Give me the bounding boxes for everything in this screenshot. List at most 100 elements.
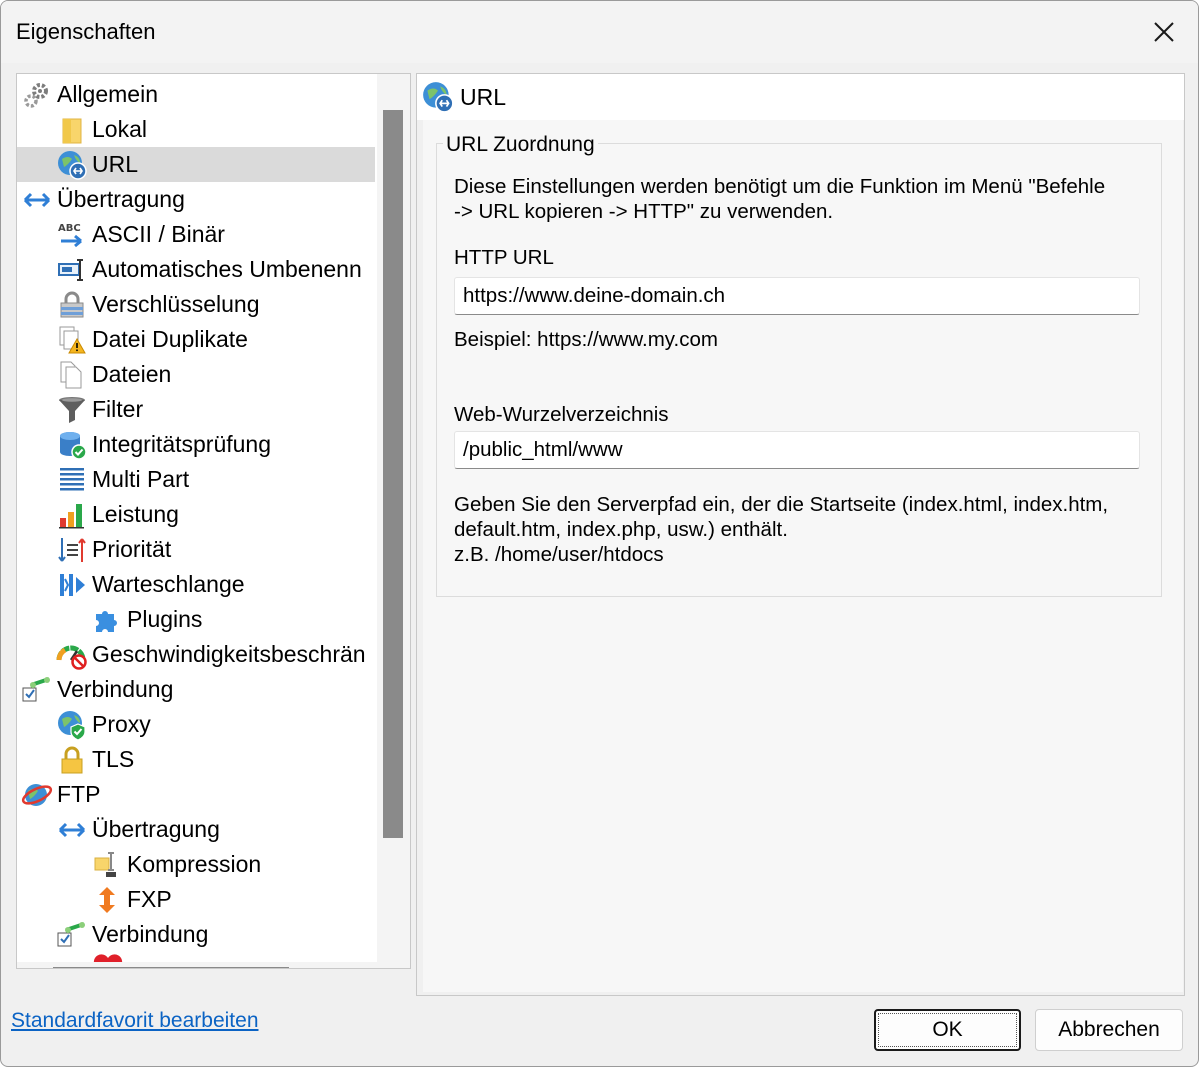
settings-tree[interactable]: Allgemein Lokal URL Übertragung ABC ASCI…: [16, 73, 411, 969]
tree-item-leistung[interactable]: Leistung: [56, 497, 179, 532]
tree-item-label: Verbindung: [92, 921, 209, 947]
transfer-arrows-icon: [21, 184, 53, 216]
tree-item-label: Geschwindigkeitsbeschrän: [92, 641, 366, 667]
tree-item-label: Datei Duplikate: [92, 326, 248, 352]
tree-item-ascii-binaer[interactable]: ABC ASCII / Binär: [56, 217, 225, 252]
duplicate-warning-icon: [56, 324, 88, 356]
fxp-arrows-icon: [91, 884, 123, 916]
tree-item-dateien[interactable]: Dateien: [56, 357, 171, 392]
svg-text:ABC: ABC: [58, 223, 81, 234]
priority-arrows-icon: [56, 534, 88, 566]
tree-item-prioritaet[interactable]: Priorität: [56, 532, 171, 567]
encryption-lock-icon: [56, 289, 88, 321]
title-bar: Eigenschaften: [1, 1, 1198, 63]
tree-item-allgemein[interactable]: Allgemein: [21, 77, 158, 112]
tree-item-label: Kompression: [127, 851, 262, 877]
tree-item-label: Lokal: [92, 116, 147, 142]
window-title: Eigenschaften: [16, 19, 156, 44]
tree-vertical-scrollbar-thumb[interactable]: [383, 110, 403, 838]
tree-item-label: TLS: [92, 746, 135, 772]
hint-line-1: Geben Sie den Serverpfad ein, der die St…: [454, 493, 1109, 516]
tree-item-automatisches-umbenennen[interactable]: Automatisches Umbenenn: [56, 252, 362, 287]
filter-funnel-icon: [56, 394, 88, 426]
tree-item-ftp-uebertragung[interactable]: Übertragung: [56, 812, 220, 847]
tree-item-label: Warteschlange: [92, 571, 245, 597]
tree-item-label: Verschlüsselung: [92, 291, 260, 317]
tree-item-url[interactable]: URL: [17, 147, 375, 182]
speed-limit-icon: [56, 639, 88, 671]
properties-dialog: Eigenschaften Allgemein Lokal URL Übertr…: [0, 0, 1199, 1067]
tree-item-label: Filter: [92, 396, 144, 422]
web-root-label: Web-Wurzelverzeichnis: [454, 403, 669, 426]
content-header-title: URL: [460, 83, 507, 110]
tree-item-ftp[interactable]: FTP: [21, 777, 100, 812]
close-icon: [1154, 22, 1174, 42]
close-button[interactable]: [1144, 13, 1184, 51]
transfer-arrows-icon: [56, 814, 88, 846]
folder-icon: [56, 114, 88, 146]
hint-line-3: z.B. /home/user/htdocs: [454, 543, 664, 566]
queue-icon: [56, 569, 88, 601]
tree-item-label: Übertragung: [92, 816, 220, 842]
bar-chart-icon: [56, 499, 88, 531]
rename-icon: [56, 254, 88, 286]
http-url-label: HTTP URL: [454, 246, 554, 269]
tree-item-label: Integritätsprüfung: [92, 431, 272, 457]
tree-item-proxy[interactable]: Proxy: [56, 707, 151, 742]
tree-item-verbindung[interactable]: Verbindung: [21, 672, 173, 707]
tree-item-label: Proxy: [92, 711, 151, 737]
multipart-lines-icon: [56, 464, 88, 496]
tree-item-label: Dateien: [92, 361, 172, 387]
edit-default-favorite-link[interactable]: Standardfavorit bearbeiten: [11, 1009, 259, 1033]
http-url-input[interactable]: https://www.deine-domain.ch: [454, 277, 1140, 315]
tree-item-plugins[interactable]: Plugins: [91, 602, 202, 637]
files-icon: [56, 359, 88, 391]
tree-item-label: ASCII / Binär: [92, 221, 225, 247]
tree-item-label: URL: [92, 151, 139, 177]
cancel-button[interactable]: Abbrechen: [1035, 1009, 1183, 1051]
description-line-2: -> URL kopieren -> HTTP" zu verwenden.: [454, 200, 834, 223]
compression-icon: [91, 849, 123, 881]
puzzle-icon: [91, 604, 123, 636]
tree-item-label: Priorität: [92, 536, 172, 562]
globe-link-icon: [56, 149, 88, 181]
tree-item-kompression[interactable]: Kompression: [91, 847, 261, 882]
tree-item-label: Übertragung: [57, 186, 185, 212]
hint-line-2: default.htm, index.php, usw.) enthält.: [454, 518, 788, 541]
tree-item-warteschlange[interactable]: Warteschlange: [56, 567, 245, 602]
tree-item-ftp-verbindung[interactable]: Verbindung: [56, 917, 208, 952]
tree-item-tls[interactable]: TLS: [56, 742, 134, 777]
description-line-1: Diese Einstellungen werden benötigt um d…: [454, 175, 1106, 198]
connection-check-icon: [56, 919, 88, 951]
tree-item-lokal[interactable]: Lokal: [56, 112, 147, 147]
tree-horizontal-scrollbar-thumb[interactable]: [53, 967, 289, 968]
tree-item-label: FXP: [127, 886, 172, 912]
tree-item-label: Automatisches Umbenenn: [92, 256, 362, 282]
tree-item-geschwindigkeitsbeschraenkung[interactable]: Geschwindigkeitsbeschrän: [56, 637, 366, 672]
tree-item-label: Verbindung: [57, 676, 174, 702]
tree-item-label: Multi Part: [92, 466, 190, 492]
tree-item-integritaetspruefung[interactable]: Integritätsprüfung: [56, 427, 271, 462]
padlock-icon: [56, 744, 88, 776]
tree-item-filter[interactable]: Filter: [56, 392, 143, 427]
gear-icon: [21, 79, 53, 111]
database-check-icon: [56, 429, 88, 461]
content-header: URL: [417, 74, 1184, 120]
connection-check-icon: [21, 674, 53, 706]
tree-item-label: Plugins: [127, 606, 203, 632]
ascii-binary-icon: ABC: [56, 219, 88, 251]
tree-item-label: Leistung: [92, 501, 179, 527]
tree-item-uebertragung[interactable]: Übertragung: [21, 182, 185, 217]
tree-item-fxp[interactable]: FXP: [91, 882, 172, 917]
groupbox-title: URL Zuordnung: [443, 133, 598, 157]
ftp-globe-icon: [21, 779, 53, 811]
ok-button[interactable]: OK: [874, 1009, 1021, 1051]
tree-item-label: Allgemein: [57, 81, 158, 107]
tree-item-label: FTP: [57, 781, 101, 807]
example-text: Beispiel: https://www.my.com: [454, 328, 718, 351]
tree-item-multi-part[interactable]: Multi Part: [56, 462, 189, 497]
web-root-input[interactable]: /public_html/www: [454, 431, 1140, 469]
globe-shield-icon: [56, 709, 88, 741]
tree-item-datei-duplikate[interactable]: Datei Duplikate: [56, 322, 248, 357]
tree-item-verschluesselung[interactable]: Verschlüsselung: [56, 287, 260, 322]
